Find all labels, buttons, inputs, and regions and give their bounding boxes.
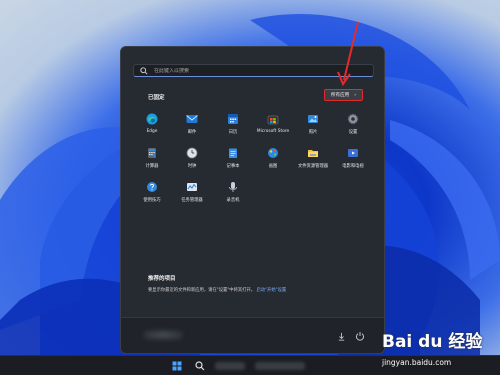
pinned-app-sound-recorder[interactable]: 录音机 <box>213 177 253 207</box>
user-account-button[interactable] <box>143 330 183 340</box>
start-settings-link[interactable]: 启动"开始"设置 <box>256 288 286 293</box>
baidu-jingyan-watermark: Bai du 经验 jingyan.baidu.com <box>378 327 498 373</box>
tips-icon <box>147 182 157 192</box>
recommended-section-title: 推荐的项目 <box>148 276 176 282</box>
store-icon <box>267 115 279 125</box>
recommended-description: 要显示你最近的文件和新应用，请在"设置"中将其打开。 启动"开始"设置 <box>148 287 286 293</box>
clock-icon <box>186 147 198 159</box>
pinned-app-notepad[interactable]: 记事本 <box>213 143 253 173</box>
taskbar-search-icon[interactable] <box>195 361 205 371</box>
watermark-url: jingyan.baidu.com <box>382 358 452 367</box>
paint-icon <box>268 148 278 158</box>
task-manager-icon <box>187 183 197 191</box>
pinned-app-file-explorer[interactable]: 文件资源管理器 <box>293 143 333 173</box>
search-input[interactable] <box>154 67 354 74</box>
chevron-right-icon: › <box>354 92 357 98</box>
mail-icon <box>186 115 198 123</box>
pinned-app-settings[interactable]: 设置 <box>333 109 373 139</box>
pinned-app-calendar[interactable]: 日历 <box>213 109 253 139</box>
watermark-brand: Bai du 经验 <box>382 332 483 352</box>
annotation-arrow <box>337 21 359 87</box>
search-icon <box>140 66 148 75</box>
sound-recorder-icon <box>229 182 237 192</box>
pinned-app-calculator[interactable]: 计算器 <box>132 143 172 173</box>
calendar-icon <box>228 114 238 124</box>
calculator-icon <box>148 148 156 158</box>
taskbar-app-icons-2[interactable] <box>255 362 305 370</box>
download-icon[interactable] <box>337 332 346 341</box>
recommended-text: 要显示你最近的文件和新应用，请在"设置"中将其打开。 <box>148 288 256 293</box>
pinned-app-tips[interactable]: 使用技巧 <box>132 177 172 207</box>
windows-start-icon[interactable] <box>172 361 182 371</box>
all-apps-label: 所有应用 <box>330 93 350 98</box>
power-icon[interactable] <box>355 331 365 341</box>
all-apps-button[interactable]: 所有应用 › <box>324 89 363 101</box>
pinned-app-photos[interactable]: 照片 <box>293 109 333 139</box>
pinned-section-title: 已固定 <box>148 95 165 101</box>
pinned-app-task-manager[interactable]: 任务管理器 <box>172 177 212 207</box>
photos-icon <box>308 115 318 123</box>
notepad-icon <box>229 148 237 158</box>
pinned-app-mail[interactable]: 邮件 <box>172 109 212 139</box>
taskbar-app-icons[interactable] <box>215 362 245 370</box>
file-explorer-icon <box>308 150 318 157</box>
edge-icon <box>146 113 158 125</box>
pinned-app-paint[interactable]: 画图 <box>253 143 293 173</box>
settings-icon <box>347 113 359 125</box>
movies-tv-icon <box>348 149 358 157</box>
pinned-app-clock[interactable]: 时钟 <box>172 143 212 173</box>
start-menu-footer <box>121 317 384 353</box>
pinned-app-store[interactable]: Microsoft Store <box>253 109 293 139</box>
pinned-app-movies-tv[interactable]: 电影和电视 <box>333 143 373 173</box>
start-menu: 已固定 所有应用 › Edge 邮件 日历 <box>120 46 385 354</box>
pinned-app-edge[interactable]: Edge <box>132 109 172 139</box>
